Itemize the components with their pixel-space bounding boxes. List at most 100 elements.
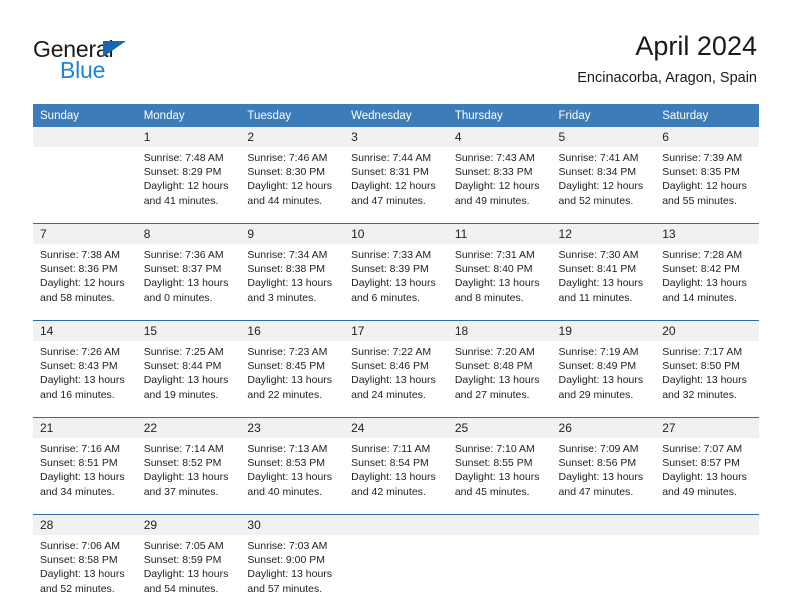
title-block: April 2024 Encinacorba, Aragon, Spain [577, 30, 757, 87]
calendar-day-cell[interactable]: 16 Sunrise: 7:23 AM Sunset: 8:45 PM Dayligh… [240, 320, 345, 418]
day-detail-line: Daylight: 13 hours [247, 471, 333, 484]
calendar-day-cell[interactable]: 20 Sunrise: 7:17 AM Sunset: 8:50 PM Dayligh… [655, 320, 759, 418]
calendar-day-cell[interactable]: 15 Sunrise: 7:25 AM Sunset: 8:44 PM Dayligh… [136, 320, 241, 418]
calendar-day-cell[interactable]: 27 Sunrise: 7:07 AM Sunset: 8:57 PM Dayligh… [655, 417, 759, 515]
calendar-day-cell[interactable]: 17 Sunrise: 7:22 AM Sunset: 8:46 PM Dayligh… [344, 320, 448, 418]
day-details: Sunrise: 7:14 AM Sunset: 8:52 PM Daylight:… [137, 438, 241, 514]
calendar-day-cell[interactable]: 3 Sunrise: 7:44 AM Sunset: 8:31 PM Daylight… [344, 127, 448, 224]
calendar-day-cell[interactable]: 26 Sunrise: 7:09 AM Sunset: 8:56 PM Dayligh… [551, 417, 656, 515]
calendar-day-cell[interactable]: 8 Sunrise: 7:36 AM Sunset: 8:37 PM Daylight… [136, 223, 241, 321]
day-detail-line: and 34 minutes. [40, 485, 115, 498]
calendar-day-cell[interactable]: 18 Sunrise: 7:20 AM Sunset: 8:48 PM Dayligh… [447, 320, 552, 418]
calendar-empty-cell [551, 514, 656, 611]
day-detail-line: and 11 minutes. [558, 291, 633, 304]
calendar-day-cell[interactable]: 28 Sunrise: 7:06 AM Sunset: 8:58 PM Dayligh… [33, 514, 137, 611]
day-details: Sunrise: 7:06 AM Sunset: 8:58 PM Daylight:… [33, 535, 137, 611]
day-number: 24 [344, 418, 448, 438]
day-detail-line: Daylight: 13 hours [247, 568, 333, 581]
day-number: 23 [240, 418, 345, 438]
day-details: Sunrise: 7:26 AM Sunset: 8:43 PM Daylight:… [33, 341, 137, 417]
day-detail-line: Sunset: 8:46 PM [351, 360, 429, 373]
day-details: Sunrise: 7:25 AM Sunset: 8:44 PM Daylight:… [137, 341, 241, 417]
calendar-day-cell[interactable]: 23 Sunrise: 7:13 AM Sunset: 8:53 PM Dayligh… [240, 417, 345, 515]
day-detail-line: Daylight: 13 hours [351, 471, 436, 484]
weekday-header-friday: Friday [551, 104, 656, 127]
day-detail-line: Daylight: 12 hours [247, 180, 333, 193]
calendar-day-cell[interactable]: 30 Sunrise: 7:03 AM Sunset: 9:00 PM Dayligh… [240, 514, 345, 611]
calendar-day-cell[interactable]: 21 Sunrise: 7:16 AM Sunset: 8:51 PM Dayligh… [33, 417, 137, 515]
day-detail-line: Sunrise: 7:33 AM [351, 249, 432, 261]
calendar-day-cell[interactable]: 12 Sunrise: 7:30 AM Sunset: 8:41 PM Dayligh… [551, 223, 656, 321]
day-detail-line: Sunrise: 7:36 AM [143, 249, 224, 261]
day-detail-line: Sunset: 8:38 PM [247, 263, 326, 276]
day-detail-line: Daylight: 13 hours [454, 471, 540, 484]
day-detail-line: Sunset: 8:54 PM [351, 457, 429, 470]
day-details: Sunrise: 7:09 AM Sunset: 8:56 PM Daylight:… [552, 438, 656, 514]
day-number: 17 [344, 321, 448, 341]
day-detail-line: Sunrise: 7:14 AM [143, 443, 224, 455]
day-detail-line: Sunrise: 7:43 AM [454, 152, 535, 164]
day-detail-line: Sunset: 8:35 PM [662, 166, 740, 179]
day-detail-line: Sunset: 8:52 PM [143, 457, 222, 470]
general-blue-logo: General Blue [33, 36, 203, 86]
day-detail-line: Sunset: 8:29 PM [143, 166, 222, 179]
calendar-day-cell[interactable]: 9 Sunrise: 7:34 AM Sunset: 8:38 PM Daylight… [240, 223, 345, 321]
calendar-day-cell[interactable]: 25 Sunrise: 7:10 AM Sunset: 8:55 PM Dayligh… [447, 417, 552, 515]
day-detail-line: Daylight: 13 hours [40, 471, 125, 484]
calendar-day-cell[interactable]: 19 Sunrise: 7:19 AM Sunset: 8:49 PM Dayligh… [551, 320, 656, 418]
day-number: 30 [240, 515, 345, 535]
calendar-day-cell[interactable]: 29 Sunrise: 7:05 AM Sunset: 8:59 PM Dayligh… [136, 514, 241, 611]
day-detail-line: Sunrise: 7:41 AM [558, 152, 639, 164]
weekday-header-monday: Monday [136, 104, 241, 127]
day-detail-line: Sunrise: 7:17 AM [662, 346, 743, 358]
day-number: 26 [551, 418, 656, 438]
day-details: Sunrise: 7:23 AM Sunset: 8:45 PM Daylight:… [240, 341, 344, 417]
day-detail-line: Sunset: 8:51 PM [40, 457, 118, 470]
day-detail-line: Sunset: 8:48 PM [454, 360, 533, 373]
calendar-empty-cell [344, 514, 448, 611]
day-detail-line: Daylight: 13 hours [40, 568, 125, 581]
calendar-day-cell[interactable]: 6 Sunrise: 7:39 AM Sunset: 8:35 PM Daylight… [655, 127, 759, 224]
day-detail-line: Sunrise: 7:11 AM [351, 443, 431, 455]
calendar-day-cell[interactable]: 24 Sunrise: 7:11 AM Sunset: 8:54 PM Dayligh… [344, 417, 448, 515]
calendar-day-cell[interactable]: 7 Sunrise: 7:38 AM Sunset: 8:36 PM Daylight… [33, 223, 137, 321]
day-detail-line: Daylight: 13 hours [454, 374, 540, 387]
day-number: 16 [240, 321, 345, 341]
day-detail-line: Daylight: 13 hours [351, 277, 436, 290]
day-number: 15 [136, 321, 241, 341]
calendar-day-cell[interactable]: 10 Sunrise: 7:33 AM Sunset: 8:39 PM Dayligh… [344, 223, 448, 321]
day-detail-line: Sunset: 8:30 PM [247, 166, 326, 179]
day-details: Sunrise: 7:03 AM Sunset: 9:00 PM Daylight:… [240, 535, 344, 611]
calendar-day-cell[interactable]: 22 Sunrise: 7:14 AM Sunset: 8:52 PM Dayligh… [136, 417, 241, 515]
day-detail-line: Daylight: 13 hours [247, 277, 333, 290]
day-detail-line: Sunrise: 7:16 AM [40, 443, 120, 455]
calendar-day-cell[interactable]: 5 Sunrise: 7:41 AM Sunset: 8:34 PM Daylight… [551, 127, 656, 224]
calendar-day-cell[interactable]: 4 Sunrise: 7:43 AM Sunset: 8:33 PM Daylight… [447, 127, 552, 224]
calendar-day-cell[interactable]: 2 Sunrise: 7:46 AM Sunset: 8:30 PM Daylight… [240, 127, 345, 224]
day-detail-line: and 27 minutes. [454, 388, 530, 401]
day-detail-line: Sunrise: 7:25 AM [143, 346, 224, 358]
day-detail-line: and 52 minutes. [558, 194, 634, 207]
day-detail-line: Sunset: 8:56 PM [558, 457, 637, 470]
day-detail-line: Daylight: 13 hours [143, 471, 229, 484]
day-detail-line: Sunrise: 7:39 AM [662, 152, 743, 164]
day-number: 4 [447, 127, 552, 147]
calendar-day-cell[interactable]: 1 Sunrise: 7:48 AM Sunset: 8:29 PM Daylight… [136, 127, 241, 224]
day-detail-line: Sunrise: 7:23 AM [247, 346, 328, 358]
day-detail-line: and 37 minutes. [143, 485, 219, 498]
weekday-header-wednesday: Wednesday [344, 104, 448, 127]
day-detail-line: Daylight: 13 hours [558, 471, 644, 484]
calendar-day-cell[interactable]: 13 Sunrise: 7:28 AM Sunset: 8:42 PM Dayligh… [655, 223, 759, 321]
day-detail-line: and 16 minutes. [40, 388, 115, 401]
day-detail-line: Daylight: 13 hours [454, 277, 540, 290]
day-details: Sunrise: 7:31 AM Sunset: 8:40 PM Daylight:… [448, 244, 552, 320]
day-number [551, 515, 656, 535]
day-details: Sunrise: 7:44 AM Sunset: 8:31 PM Daylight:… [344, 147, 448, 223]
day-detail-line: Sunrise: 7:13 AM [247, 443, 328, 455]
day-detail-line: Sunset: 8:40 PM [454, 263, 533, 276]
calendar-day-cell[interactable]: 11 Sunrise: 7:31 AM Sunset: 8:40 PM Dayligh… [447, 223, 552, 321]
day-detail-line: Daylight: 13 hours [558, 374, 644, 387]
day-detail-line: Sunset: 8:39 PM [351, 263, 429, 276]
calendar-day-cell[interactable]: 14 Sunrise: 7:26 AM Sunset: 8:43 PM Dayligh… [33, 320, 137, 418]
day-detail-line: Sunrise: 7:07 AM [662, 443, 743, 455]
